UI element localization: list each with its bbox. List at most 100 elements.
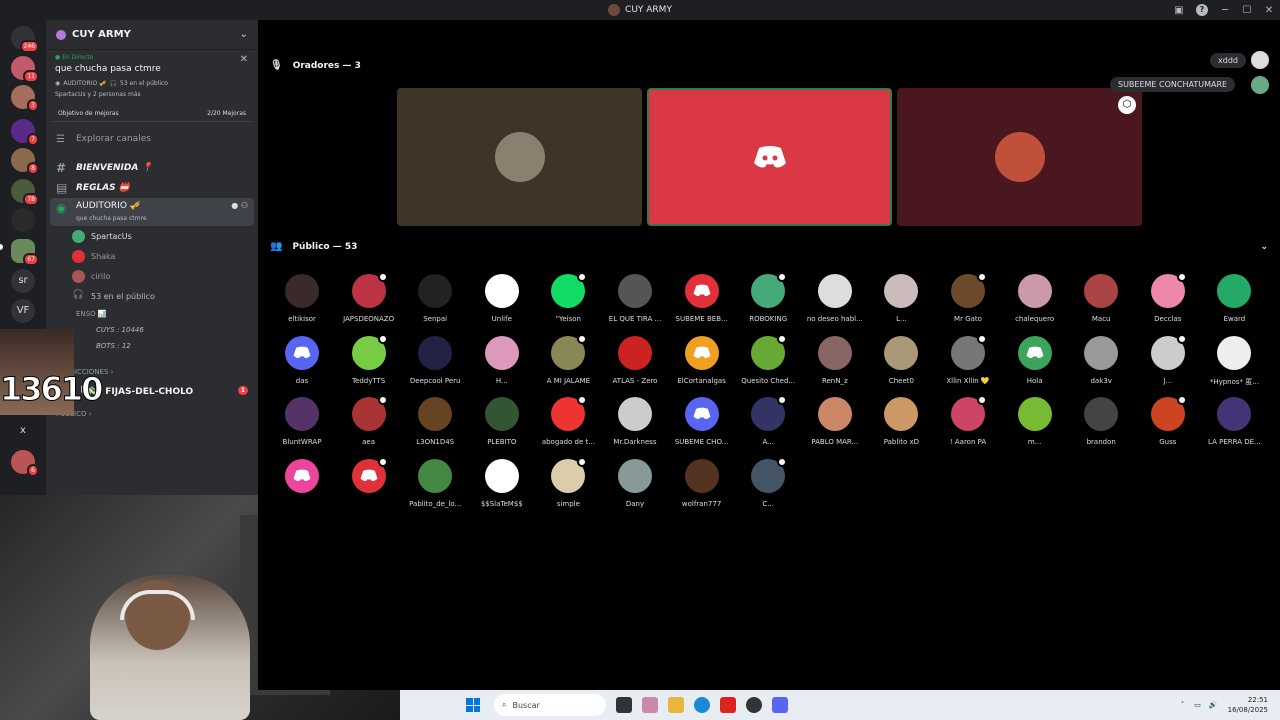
audience-member[interactable]: Guss [1136, 395, 1200, 446]
obs-icon[interactable] [746, 697, 762, 713]
category-publico[interactable]: PUBLICO › [46, 406, 258, 422]
network-icon[interactable]: ▭ [1194, 701, 1201, 709]
audience-member[interactable]: EL QUE TIRA ... [603, 274, 667, 323]
audience-member[interactable]: Deepcool Peru [403, 335, 467, 385]
avatar[interactable] [1251, 51, 1269, 69]
audience-member[interactable]: abogado de t... [536, 395, 600, 446]
audience-member[interactable]: Eward [1202, 274, 1266, 323]
server-icon[interactable]: 11 [11, 56, 39, 83]
user-chip[interactable]: xddd [1210, 53, 1246, 68]
explore-channels[interactable]: ☰ Explorar canales [46, 130, 258, 148]
audience-member[interactable]: PLEBITO [470, 397, 534, 446]
voice-user[interactable]: Shaka [46, 246, 258, 266]
voice-user[interactable]: SpartacUs [46, 226, 258, 246]
audience-member[interactable] [337, 456, 401, 500]
channel-reglas[interactable]: ▤ REGLAS 📛 [46, 178, 258, 198]
audience-member[interactable]: m... [1003, 397, 1067, 446]
copilot-icon[interactable] [642, 697, 658, 713]
speaker-tile[interactable] [397, 88, 642, 226]
avatar[interactable] [1251, 76, 1269, 94]
audience-member[interactable]: Mr Gato [936, 272, 1000, 323]
inbox-icon[interactable]: ▣ [1168, 5, 1190, 16]
audience-member[interactable]: TeddyTTS [337, 333, 401, 385]
server-icon[interactable]: 8 [11, 148, 39, 175]
audience-member[interactable]: J... [1136, 333, 1200, 385]
audience-member[interactable] [270, 458, 334, 500]
discord-taskbar-icon[interactable] [772, 697, 788, 713]
audience-member[interactable]: A... [736, 395, 800, 446]
audience-member[interactable]: dak3v [1069, 335, 1133, 385]
file-explorer-icon[interactable] [668, 697, 684, 713]
channel-auditorio[interactable]: ◉ AUDITORIO 🎺 que chucha pasa ctmre ● ⚇ [50, 198, 254, 226]
server-icon-text[interactable]: VF [11, 299, 35, 323]
shield-icon[interactable]: ⬡ [1118, 96, 1136, 114]
audience-member[interactable]: LA PERRA DE... [1202, 397, 1266, 446]
task-view-icon[interactable] [616, 697, 632, 713]
voice-user[interactable]: cirilo [46, 266, 258, 286]
audience-member[interactable]: BluntWRAP [270, 397, 334, 446]
audience-member[interactable]: Pablito xD [869, 397, 933, 446]
audience-member[interactable]: C... [736, 456, 800, 508]
audience-member[interactable]: eltikisor [270, 274, 334, 323]
server-icon-active[interactable]: 67 [11, 239, 39, 266]
audience-member[interactable]: das [270, 335, 334, 385]
audience-member[interactable]: ROBOKING [736, 272, 800, 323]
audience-member[interactable]: A MI JALAME [536, 333, 600, 385]
audience-member[interactable]: Decclas [1136, 272, 1200, 323]
server-icon-text[interactable]: sr [11, 269, 35, 293]
windows-start-icon[interactable] [466, 698, 480, 712]
audience-header[interactable]: 👥 Público — 53 ⌄ [270, 241, 1268, 252]
minimize-button[interactable]: ─ [1214, 5, 1236, 16]
audience-member[interactable]: chalequero [1003, 274, 1067, 323]
audience-member[interactable]: aea [337, 395, 401, 446]
audience-member[interactable]: Unlife [470, 274, 534, 323]
chevron-down-icon[interactable]: ⌄ [1260, 242, 1268, 252]
audience-member[interactable]: Cheet0 [869, 335, 933, 385]
audience-member[interactable]: L... [869, 274, 933, 323]
chevron-up-icon[interactable]: ˄ [1181, 701, 1185, 709]
audience-member[interactable]: L3ON1D4S [403, 397, 467, 446]
server-icon[interactable]: 7 [11, 119, 39, 146]
audience-member[interactable]: Mr.Darkness [603, 397, 667, 446]
live-stage-card[interactable]: ● En Directo que chucha pasa ctmre ✕ ◉ AU… [46, 50, 258, 98]
audience-member[interactable]: ATLAS - Zero [603, 335, 667, 385]
audience-member[interactable]: Dany [603, 458, 667, 508]
wps-icon[interactable] [720, 697, 736, 713]
audience-member[interactable]: wolfran777 [670, 458, 734, 508]
audience-member[interactable]: Pablito_de_lo... [403, 458, 467, 508]
audience-member[interactable]: $$SlaTeM$$ [470, 458, 534, 508]
user-chip[interactable]: SUBEEME CONCHATUMARE [1110, 77, 1236, 92]
audience-member[interactable]: SUBEME CHO... [670, 397, 734, 446]
audience-member[interactable]: Senpai [403, 274, 467, 323]
audience-member[interactable]: Xllin Xllin 💛 [936, 333, 1000, 385]
audience-member[interactable]: brandon [1069, 397, 1133, 446]
audience-member[interactable]: SUBEME BEB... [670, 274, 734, 323]
audience-member[interactable]: PABLO MAR... [803, 397, 867, 446]
audience-member[interactable]: simple [536, 456, 600, 508]
audience-member[interactable]: Macu [1069, 274, 1133, 323]
channel-bienvenida[interactable]: # BIENVENIDA 📍 [46, 158, 258, 178]
audience-member[interactable]: no deseo habl... [803, 274, 867, 323]
audience-member[interactable]: JAPSDEONAZO [337, 272, 401, 323]
audience-member[interactable]: ElCortanalgas [670, 335, 734, 385]
maximize-button[interactable]: ☐ [1236, 5, 1258, 16]
boost-goal[interactable]: Objetivo de mejoras 2/20 Mejoras [52, 106, 252, 122]
audience-member[interactable]: H... [470, 335, 534, 385]
server-icon[interactable] [11, 208, 35, 232]
taskbar-search[interactable]: ⌕ Buscar [494, 694, 606, 716]
volume-icon[interactable]: 🔊 [1209, 701, 1218, 709]
clock[interactable]: 22:51 16/08/2025 [1228, 695, 1268, 715]
server-icon-text[interactable]: x [11, 419, 35, 443]
close-icon[interactable]: ✕ [240, 54, 248, 65]
chat-icon[interactable]: ● ⚇ [231, 201, 248, 210]
category-partial[interactable]: ENSO 📊 [46, 306, 258, 322]
server-icon[interactable]: 78 [11, 179, 39, 206]
edge-icon[interactable] [694, 697, 710, 713]
audience-count[interactable]: 🎧 53 en el público [46, 286, 258, 306]
audience-member[interactable]: *Hypnos* 匿... [1202, 335, 1266, 387]
audience-member[interactable]: Quesito Ched... [736, 333, 800, 385]
dm-home-button[interactable]: 246 [11, 26, 39, 53]
speaker-tile[interactable] [897, 88, 1142, 226]
server-icon[interactable]: 3 [11, 85, 39, 112]
audience-member[interactable]: "Yeison [536, 272, 600, 323]
